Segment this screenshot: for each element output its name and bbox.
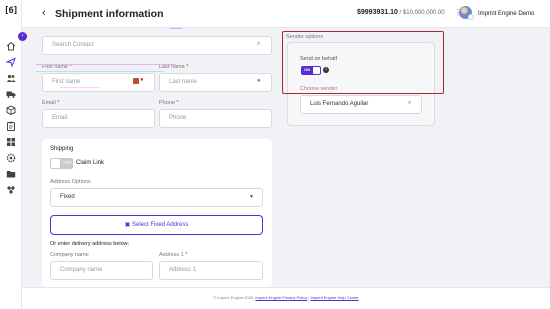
email-label: Email * [42, 100, 60, 106]
phone-field[interactable]: Phone [159, 109, 272, 128]
grid-icon[interactable] [6, 137, 16, 147]
folder-icon[interactable] [6, 169, 16, 179]
balance-limit: / $10,000,000.00 [397, 10, 445, 16]
home-icon[interactable] [6, 41, 16, 51]
top-bar: ‹ Shipment information $9993931.10 / $10… [22, 0, 550, 28]
balance-value: $9993931.10 [357, 9, 398, 16]
select-fixed-address-button[interactable]: ▣ Select Fixed Address [50, 215, 263, 235]
sender-options-highlight [282, 31, 444, 94]
claim-link-label: Claim Link [76, 160, 105, 166]
truck-icon[interactable] [6, 89, 16, 99]
account-balance: $9993931.10 / $10,000,000.00 [357, 9, 445, 16]
render-artifact [170, 28, 182, 29]
sidebar: [6] [0, 0, 22, 309]
integrations-icon[interactable] [6, 185, 16, 195]
page-title: Shipment information [55, 8, 164, 20]
avatar-badge-icon [468, 14, 474, 20]
send-on-behalf-label: Send on behalf [300, 56, 338, 62]
company-name-field[interactable]: Company name [50, 261, 153, 280]
app-logo[interactable]: [6] [4, 6, 19, 19]
person-icon: ● [140, 77, 144, 83]
toggle-state-text: OFF [63, 160, 72, 165]
shipping-heading: Shipping [50, 146, 74, 152]
people-icon[interactable] [6, 73, 16, 83]
phone-label: Phone * [159, 100, 179, 106]
address-options-select[interactable]: Fixed ▼ [50, 188, 263, 207]
search-icon[interactable]: ⌕ [257, 41, 260, 48]
person-icon: ● [257, 78, 261, 84]
privacy-policy-link[interactable]: Imprint Engine Privacy Policy [255, 295, 307, 300]
chevron-down-icon: ▼ [249, 194, 254, 200]
address1-label: Address 1 * [159, 252, 188, 258]
package-icon[interactable] [6, 105, 16, 115]
claim-link-toggle[interactable]: OFF [50, 158, 73, 169]
toggle-knob [51, 159, 60, 168]
sender-select[interactable]: Luis Fernando Aguilar [300, 95, 422, 114]
clipboard-icon[interactable] [6, 121, 16, 131]
user-name[interactable]: Imprint Engine Demo [478, 11, 534, 17]
render-artifact [36, 64, 176, 65]
settings-icon[interactable] [6, 153, 16, 163]
avatar[interactable] [459, 6, 474, 20]
email-field[interactable]: Email [42, 109, 155, 128]
choose-sender-label: Choose sender [300, 86, 338, 92]
sidebar-collapse-button[interactable]: › [18, 32, 27, 41]
back-arrow-icon[interactable]: ‹ [42, 7, 46, 19]
select-fixed-address-label: Select Fixed Address [131, 222, 189, 228]
enter-address-label: Or enter delivery address below: [50, 241, 130, 247]
footer: © Imprint Engine 2025. Imprint Engine Pr… [22, 287, 550, 309]
send-icon[interactable] [6, 57, 16, 67]
render-artifact [60, 87, 100, 88]
toggle-state-text: ON [304, 67, 310, 72]
render-artifact [36, 71, 164, 72]
search-icon[interactable]: ⌕ [408, 100, 411, 107]
last-name-field[interactable]: Last name [159, 73, 272, 92]
help-center-link[interactable]: Imprint Engine Help Center [310, 295, 358, 300]
toggle-knob [313, 67, 320, 74]
send-on-behalf-toggle[interactable]: ON [301, 66, 321, 75]
address-options-label: Address Options [50, 179, 91, 185]
copyright-text: © Imprint Engine 2025. [213, 295, 255, 300]
sender-options-label: Sender options [286, 34, 323, 40]
trash-icon: ▣ [124, 222, 131, 228]
contact-card-icon [133, 78, 139, 84]
company-name-label: Company name [50, 252, 89, 258]
search-contact-input[interactable]: Search Contact [42, 36, 272, 55]
address-option-value: Fixed [60, 194, 75, 200]
help-icon[interactable]: ? [323, 67, 329, 73]
address1-field[interactable]: Address 1 [159, 261, 263, 280]
